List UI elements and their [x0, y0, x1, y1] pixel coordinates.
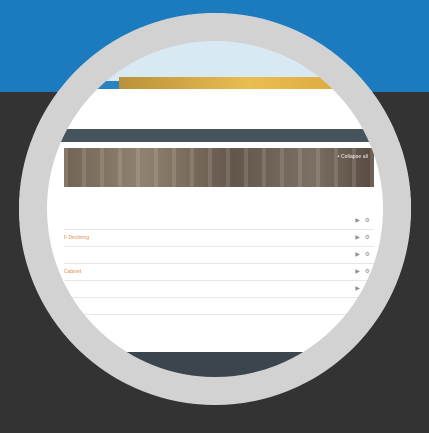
- magnifier-ring: [19, 13, 411, 405]
